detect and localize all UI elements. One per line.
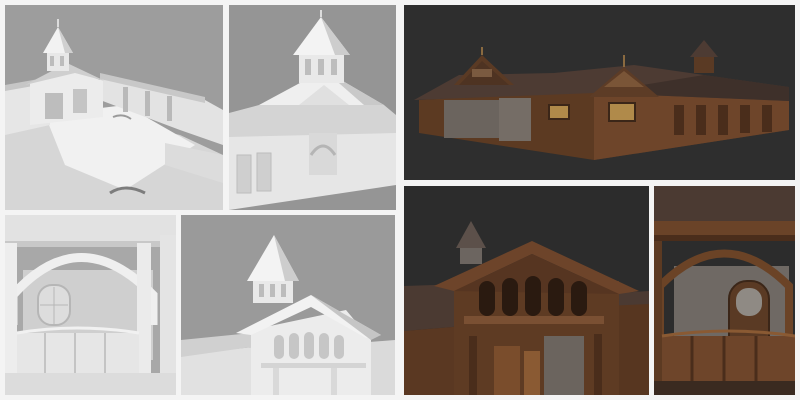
clay-gable-front — [181, 215, 395, 395]
clay-tower-svg — [229, 5, 396, 210]
clay-archway-interior — [5, 215, 176, 395]
clay-tower-closeup — [229, 5, 396, 210]
clay-courtyard-svg — [5, 5, 223, 210]
textured-archway-interior — [654, 186, 795, 395]
clay-courtyard-overview — [5, 5, 223, 210]
textured-archway-svg — [654, 186, 795, 395]
textured-building-svg — [404, 5, 795, 180]
textured-gable-front — [404, 186, 649, 395]
clay-gable-svg — [181, 215, 395, 395]
clay-archway-svg — [5, 215, 176, 395]
textured-full-building — [404, 5, 795, 180]
comparison-collage — [0, 0, 800, 400]
textured-gable-svg — [404, 186, 649, 395]
